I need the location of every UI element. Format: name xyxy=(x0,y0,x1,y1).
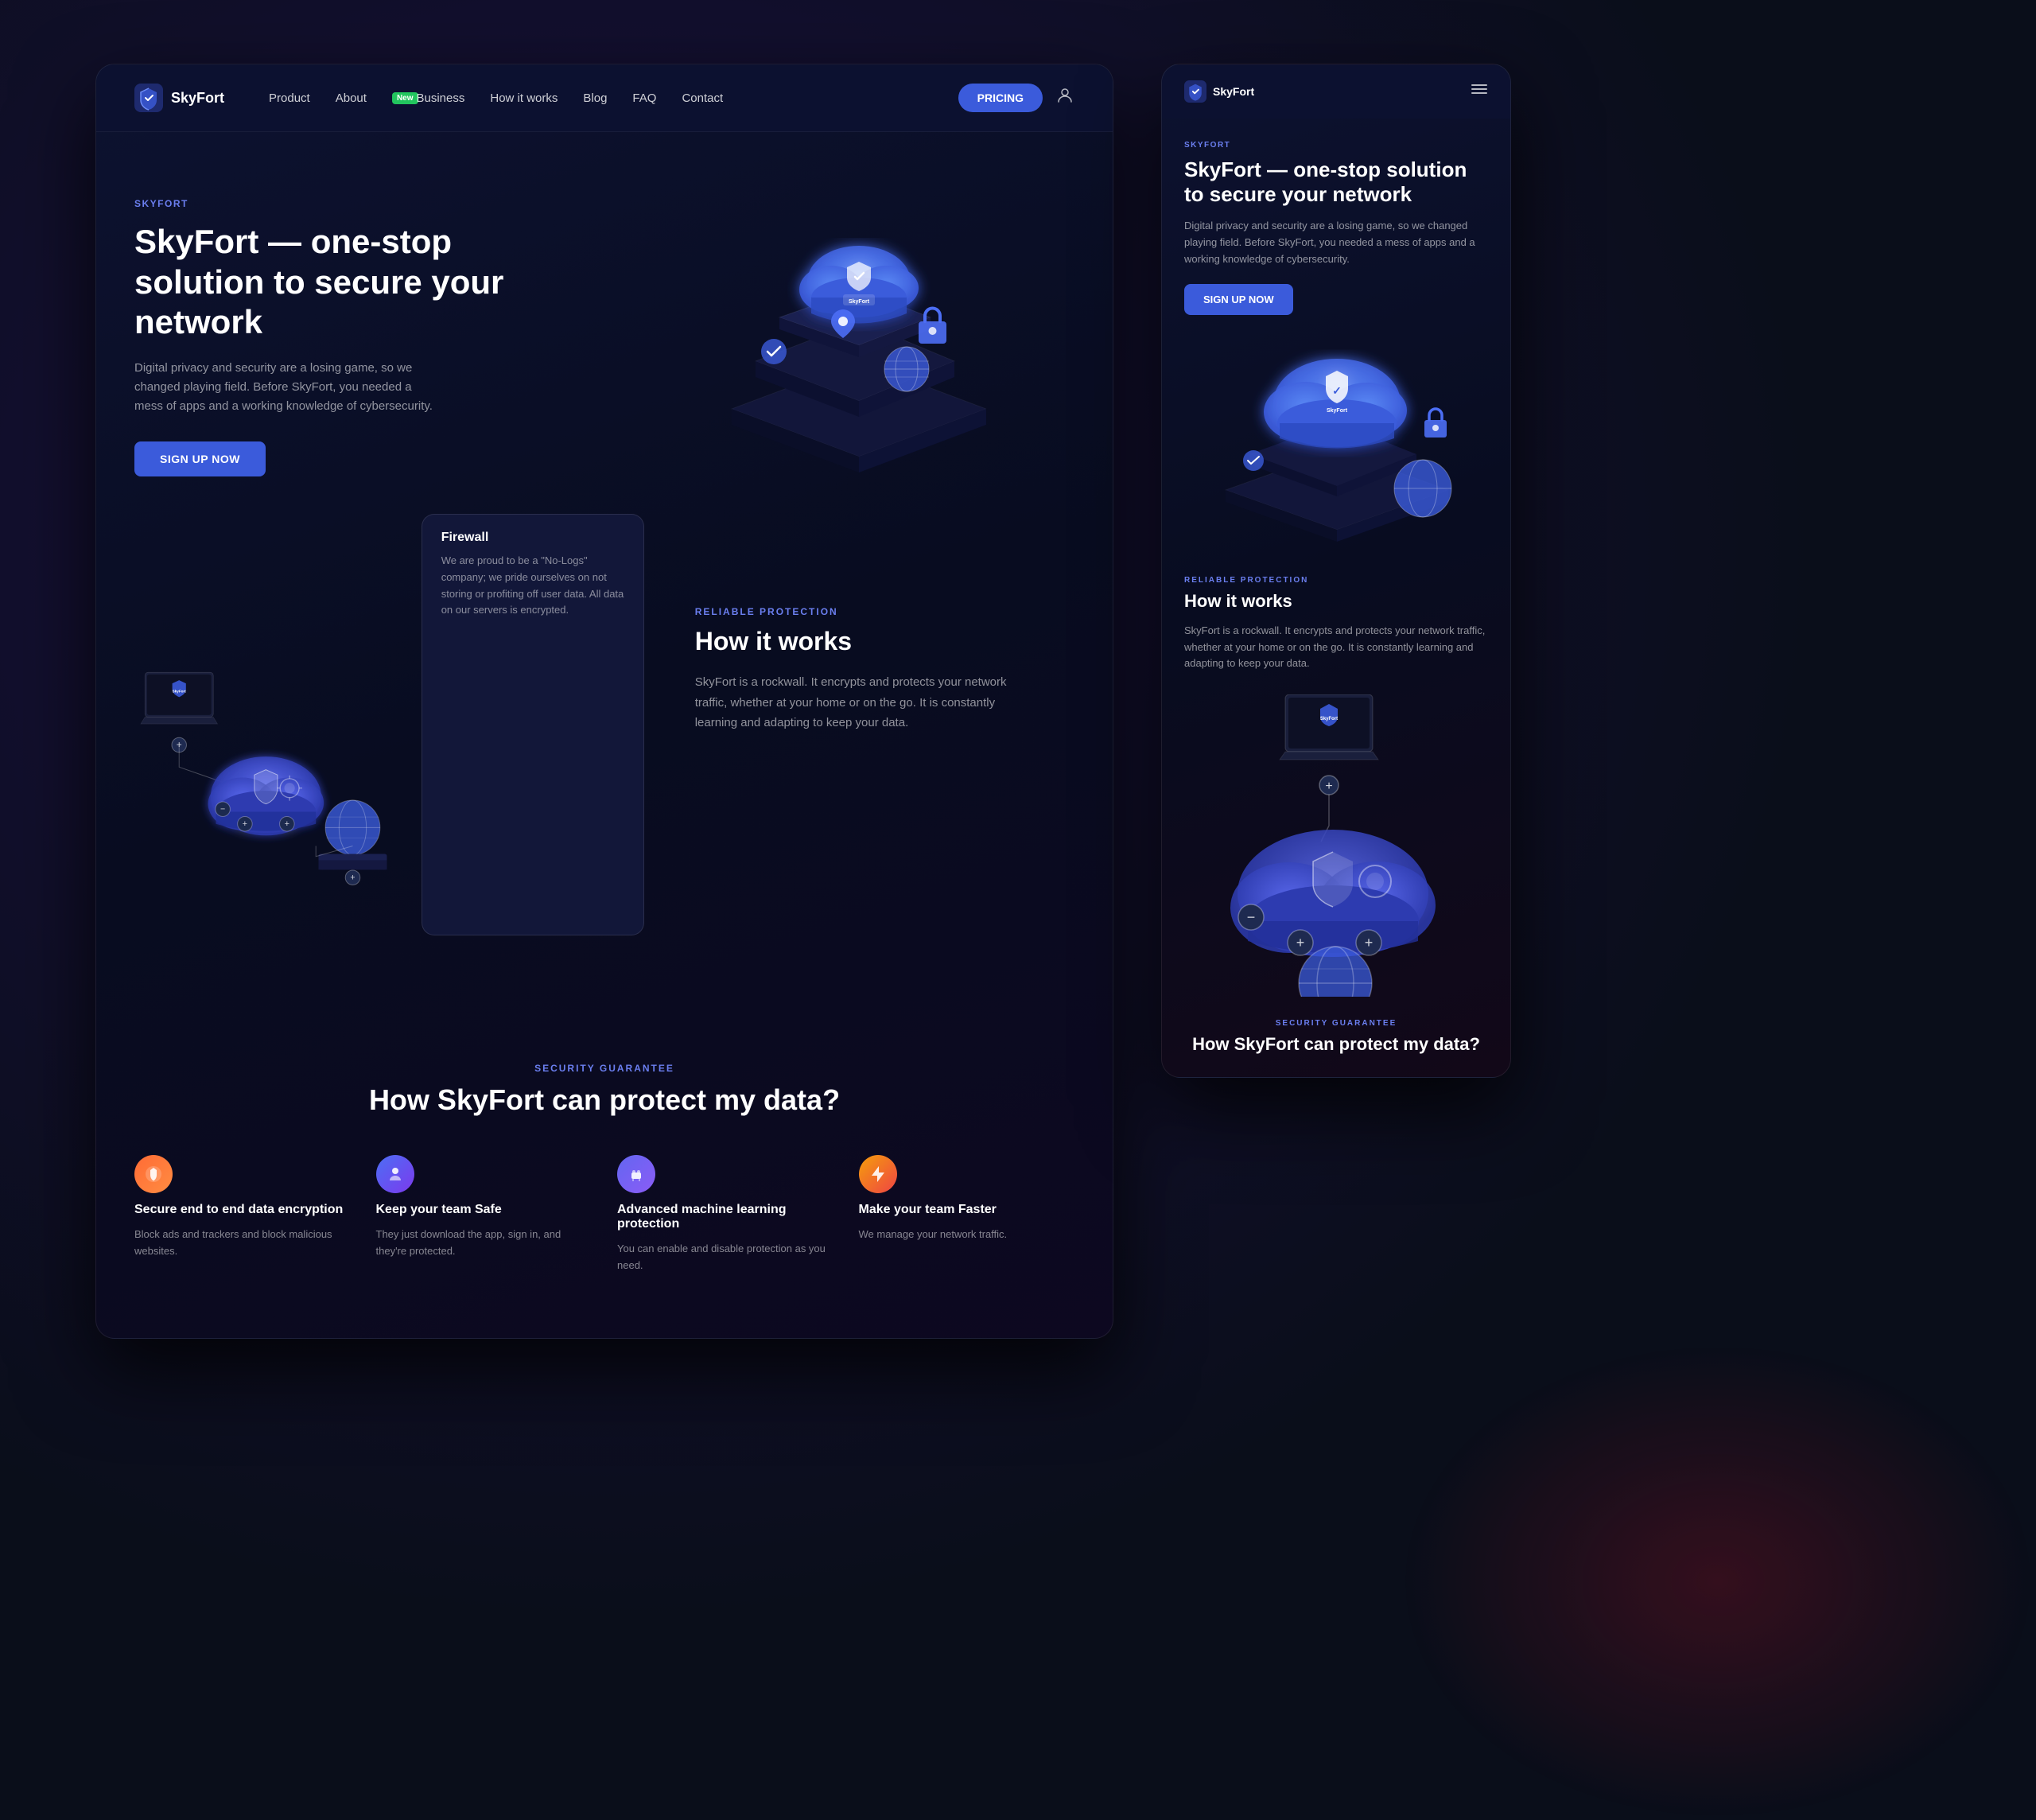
logo-icon xyxy=(134,84,163,112)
feature-title-4: Make your team Faster xyxy=(859,1203,1075,1217)
nav-faq[interactable]: FAQ xyxy=(632,91,656,105)
hero-description: Digital privacy and security are a losin… xyxy=(134,359,437,416)
mobile-security-tag: SECURITY GUARANTEE xyxy=(1184,1019,1488,1028)
how-section-title: How it works xyxy=(695,627,1074,656)
svg-text:SkyFort: SkyFort xyxy=(173,689,187,693)
mobile-how-desc: SkyFort is a rockwall. It encrypts and p… xyxy=(1184,623,1488,672)
network-diagram-svg: SkyFort + xyxy=(134,593,398,935)
feature-desc-1: Block ads and trackers and block malicio… xyxy=(134,1227,351,1260)
mobile-logo-text: SkyFort xyxy=(1213,85,1254,98)
pricing-button[interactable]: PRICING xyxy=(958,84,1043,112)
mobile-network-svg: SkyFort + xyxy=(1162,694,1510,997)
hero-section: SKYFORT SkyFort — one-stop solution to s… xyxy=(96,132,1113,530)
mobile-hero-title: SkyFort — one-stop solution to secure yo… xyxy=(1184,158,1488,207)
feature-desc-2: They just download the app, sign in, and… xyxy=(376,1227,593,1260)
svg-text:SkyFort: SkyFort xyxy=(1320,717,1338,721)
nav-business[interactable]: Business xyxy=(417,91,465,105)
svg-text:✓: ✓ xyxy=(1332,384,1342,397)
mobile-hero-svg: ✓ SkyFort xyxy=(1162,331,1510,554)
svg-text:+: + xyxy=(285,819,289,829)
security-tag: SECURITY GUARANTEE xyxy=(134,1063,1074,1074)
feature-desc-4: We manage your network traffic. xyxy=(859,1227,1075,1243)
svg-text:SkyFort: SkyFort xyxy=(1327,408,1348,414)
feature-icon-team-safe xyxy=(376,1155,414,1193)
logo[interactable]: SkyFort xyxy=(134,84,224,112)
feature-icon-encryption xyxy=(134,1155,173,1193)
nav-badge: New xyxy=(392,92,418,104)
svg-text:+: + xyxy=(350,873,355,883)
how-section-description: SkyFort is a rockwall. It encrypts and p… xyxy=(695,672,1029,733)
feature-team-safe: Keep your team Safe They just download t… xyxy=(376,1155,593,1274)
mobile-how-title: How it works xyxy=(1184,591,1488,612)
nav-product[interactable]: Product xyxy=(269,91,310,105)
hero-cta-button[interactable]: SIGN UP NOW xyxy=(134,441,266,476)
feature-title-1: Secure end to end data encryption xyxy=(134,1203,351,1217)
svg-text:+: + xyxy=(243,819,247,829)
nav-how-it-works[interactable]: How it works xyxy=(490,91,558,105)
feature-title-3: Advanced machine learning protection xyxy=(617,1203,833,1231)
nav-blog[interactable]: Blog xyxy=(583,91,607,105)
nav-actions: PRICING xyxy=(958,84,1074,112)
hero-title: SkyFort — one-stop solution to secure yo… xyxy=(134,222,548,342)
how-it-works-section: SkyFort + xyxy=(96,530,1113,999)
firewall-card: Firewall We are proud to be a "No-Logs" … xyxy=(422,514,644,935)
logo-text: SkyFort xyxy=(171,90,224,107)
navbar: SkyFort Product About New Business How i… xyxy=(96,64,1113,132)
firewall-description: We are proud to be a "No-Logs" company; … xyxy=(441,553,624,619)
how-illustration: SkyFort + xyxy=(134,593,644,935)
svg-text:+: + xyxy=(1365,935,1374,951)
mobile-signup-button[interactable]: SIGN UP NOW xyxy=(1184,284,1293,315)
mobile-menu-icon[interactable] xyxy=(1471,80,1488,103)
features-grid: Secure end to end data encryption Block … xyxy=(134,1155,1074,1274)
mobile-card: SkyFort SKYFORT SkyFort — one-stop solut… xyxy=(1161,64,1511,1078)
mobile-hero-section: SKYFORT SkyFort — one-stop solution to s… xyxy=(1162,119,1510,331)
svg-text:+: + xyxy=(1325,780,1332,793)
feature-icon-faster xyxy=(859,1155,897,1193)
hero-brand-tag: SKYFORT xyxy=(134,198,548,209)
mobile-how-section: RELIABLE PROTECTION How it works SkyFort… xyxy=(1162,554,1510,694)
mobile-security-section: SECURITY GUARANTEE How SkyFort can prote… xyxy=(1162,997,1510,1077)
hero-3d-illustration: SkyFort xyxy=(636,186,986,488)
svg-text:SkyFort: SkyFort xyxy=(849,299,870,305)
feature-icon-ml xyxy=(617,1155,655,1193)
user-icon[interactable] xyxy=(1055,86,1074,110)
hero-illustration: SkyFort xyxy=(548,186,1074,488)
security-section: SECURITY GUARANTEE How SkyFort can prote… xyxy=(96,999,1113,1338)
how-section-tag: RELIABLE PROTECTION xyxy=(695,606,1074,617)
feature-encryption: Secure end to end data encryption Block … xyxy=(134,1155,351,1274)
mobile-logo-icon xyxy=(1184,80,1206,103)
hero-content: SKYFORT SkyFort — one-stop solution to s… xyxy=(134,198,548,476)
nav-business-wrap: New Business xyxy=(392,91,464,105)
main-desktop-card: SkyFort Product About New Business How i… xyxy=(95,64,1113,1339)
svg-text:−: − xyxy=(220,805,225,815)
security-title: How SkyFort can protect my data? xyxy=(134,1083,1074,1117)
feature-ml: Advanced machine learning protection You… xyxy=(617,1155,833,1274)
page-wrapper: SkyFort Product About New Business How i… xyxy=(0,0,2036,1402)
mobile-network-illustration: SkyFort + xyxy=(1162,694,1510,997)
feature-faster: Make your team Faster We manage your net… xyxy=(859,1155,1075,1274)
mobile-hero-desc: Digital privacy and security are a losin… xyxy=(1184,218,1488,267)
feature-desc-3: You can enable and disable protection as… xyxy=(617,1241,833,1274)
mobile-hero-illustration: ✓ SkyFort xyxy=(1162,331,1510,554)
mobile-brand-tag: SKYFORT xyxy=(1184,141,1488,150)
background-red-glow xyxy=(1400,1343,2036,1820)
feature-title-2: Keep your team Safe xyxy=(376,1203,593,1217)
mobile-navbar: SkyFort xyxy=(1162,64,1510,119)
nav-links: Product About New Business How it works … xyxy=(269,91,927,105)
mobile-how-tag: RELIABLE PROTECTION xyxy=(1184,576,1488,585)
nav-contact[interactable]: Contact xyxy=(682,91,723,105)
how-right-content: RELIABLE PROTECTION How it works SkyFort… xyxy=(695,593,1074,733)
nav-about[interactable]: About xyxy=(336,91,367,105)
firewall-title: Firewall xyxy=(441,531,624,545)
mobile-logo[interactable]: SkyFort xyxy=(1184,80,1254,103)
svg-text:+: + xyxy=(1296,935,1305,951)
svg-text:−: − xyxy=(1247,909,1256,925)
mobile-security-title: How SkyFort can protect my data? xyxy=(1184,1034,1488,1055)
